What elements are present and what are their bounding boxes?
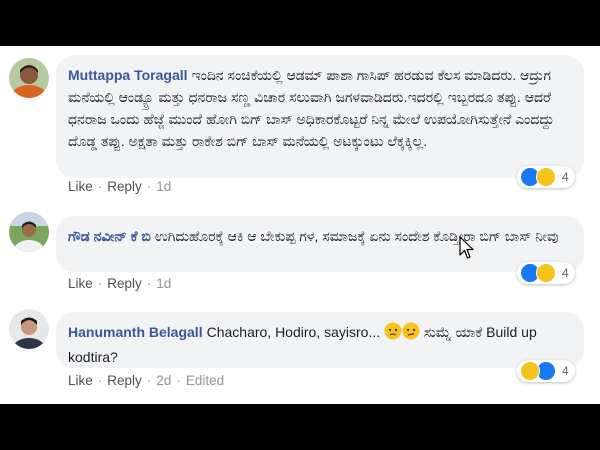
reply-link[interactable]: Reply <box>107 373 142 388</box>
comment-actions: Like · Reply · 1d <box>68 276 172 291</box>
reaction-count: 4 <box>562 364 569 378</box>
avatar[interactable] <box>9 58 49 98</box>
confused-face-icon <box>402 322 420 346</box>
comment-author[interactable]: Hanumanth Belagall <box>68 324 203 340</box>
like-link[interactable]: Like <box>68 276 93 291</box>
comment-author[interactable]: Muttappa Toragall <box>68 67 188 83</box>
comment-actions: Like · Reply · 1d <box>68 179 172 194</box>
reply-link[interactable]: Reply <box>107 179 142 194</box>
reply-link[interactable]: Reply <box>107 276 142 291</box>
mouse-pointer-icon <box>459 236 475 265</box>
like-link[interactable]: Like <box>68 373 93 388</box>
haha-reaction-icon <box>520 361 540 381</box>
comment-bubble: Muttappa Toragall ಇಂದಿನ ಸಂಚಿಕೆಯಲ್ಲಿ ಆಡಮ್ … <box>56 55 584 178</box>
comment-text: Chacharo, Hodiro, sayisro... <box>206 324 381 340</box>
haha-reaction-icon <box>536 167 556 187</box>
reaction-count: 4 <box>562 266 569 280</box>
edited-label[interactable]: Edited <box>186 373 224 388</box>
comment-timestamp[interactable]: 1d <box>156 179 171 194</box>
comment-bubble: ಗೌಡ ನವೀನ್ ಕೆ ಬಿ ಉಗಿದುಹೊರಕ್ಕೆ ಆಕಿ ಆ ಬೇಕುಪ್… <box>56 216 584 272</box>
comment-timestamp[interactable]: 1d <box>156 276 171 291</box>
comment-text: ಉಗಿದುಹೊರಕ್ಕೆ ಆಕಿ ಆ ಬೇಕುಪ್ಪ ಗಳ, ಸಮಾಜಕ್ಕೆ … <box>154 228 559 244</box>
reaction-summary[interactable]: 4 <box>517 166 575 188</box>
avatar[interactable] <box>9 309 49 349</box>
reaction-summary[interactable]: 4 <box>517 360 575 382</box>
comment-author[interactable]: ಗೌಡ ನವೀನ್ ಕೆ ಬಿ <box>68 228 151 244</box>
avatar[interactable] <box>9 212 49 252</box>
haha-reaction-icon <box>536 263 556 283</box>
comments-panel: Muttappa Toragall ಇಂದಿನ ಸಂಚಿಕೆಯಲ್ಲಿ ಆಡಮ್ … <box>0 46 600 404</box>
comment-actions: Like · Reply · 2d · Edited <box>68 373 225 388</box>
reaction-summary[interactable]: 4 <box>517 262 575 284</box>
comment-timestamp[interactable]: 2d <box>156 373 171 388</box>
sad-face-icon <box>384 322 402 346</box>
comment-bubble: Hanumanth Belagall Chacharo, Hodiro, sayi… <box>56 312 584 368</box>
like-link[interactable]: Like <box>68 179 93 194</box>
reaction-count: 4 <box>562 170 569 184</box>
